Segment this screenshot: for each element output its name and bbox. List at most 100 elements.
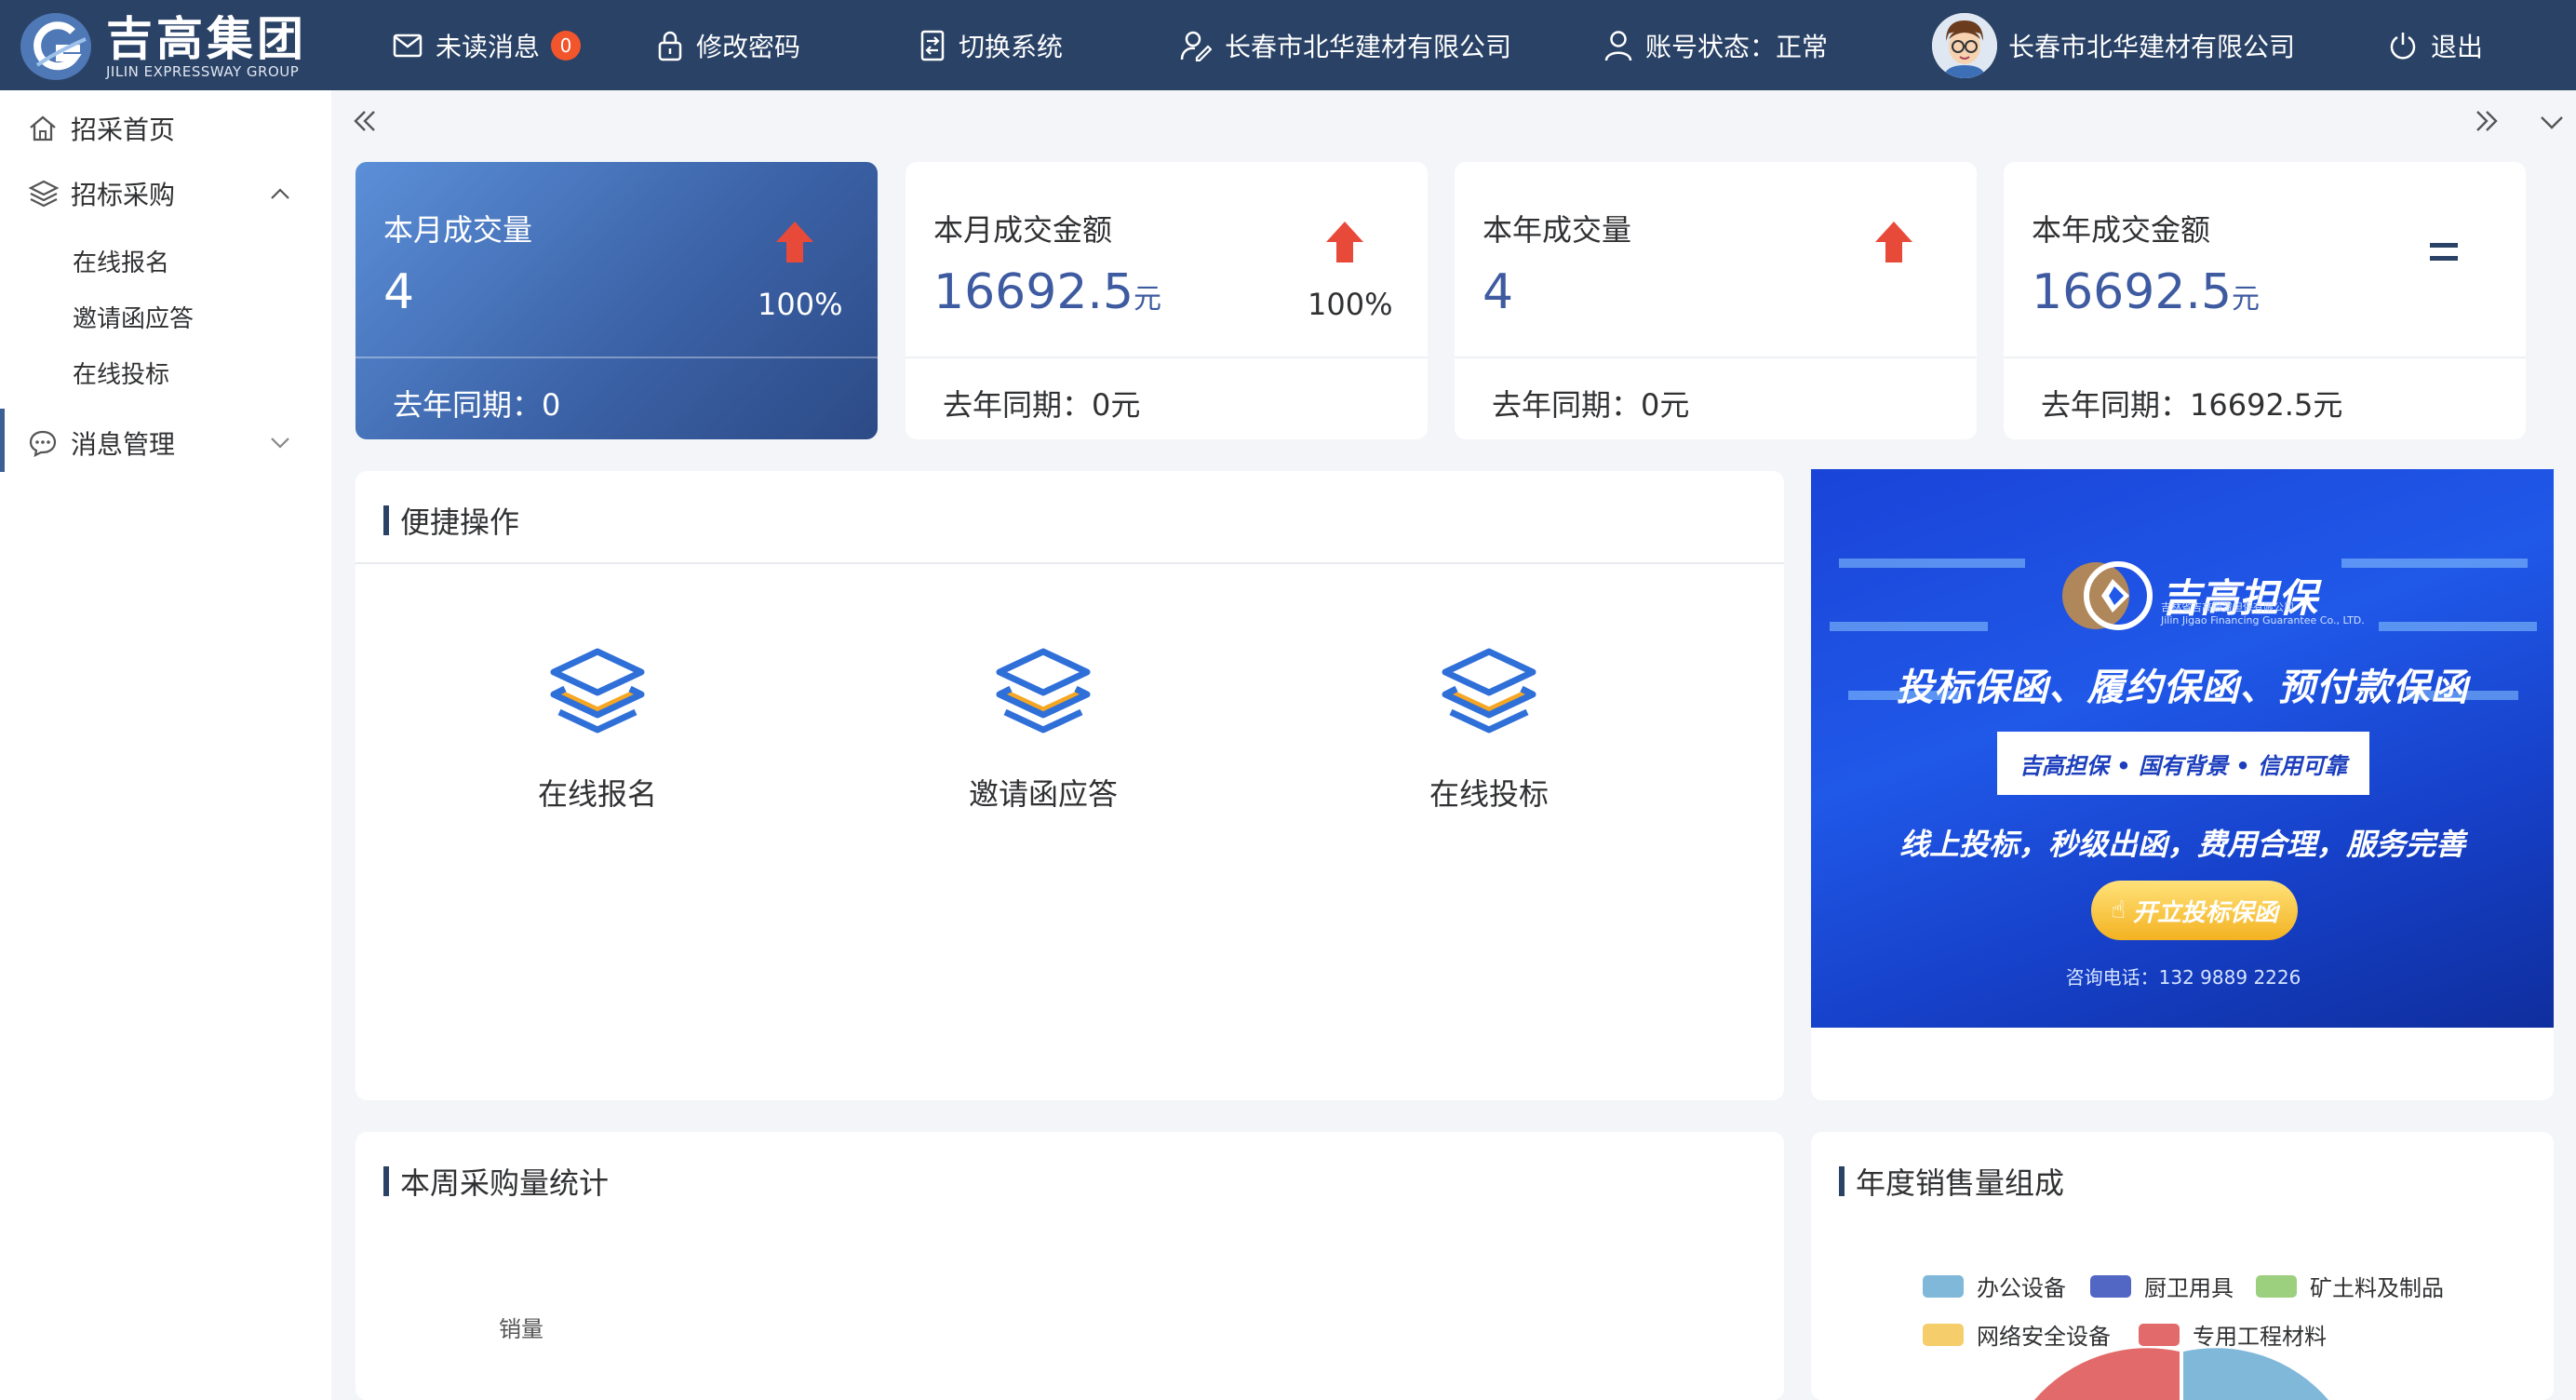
- arrow-up-icon: [1326, 222, 1363, 262]
- chat-icon: [29, 430, 57, 457]
- stat-card-month-count: 本月成交量 4 100% 去年同期：0: [356, 162, 878, 439]
- sidebar-item-bidding[interactable]: 招标采购: [0, 172, 331, 215]
- avatar: [1932, 12, 1997, 78]
- stat-value: 16692.5元: [2032, 264, 2261, 320]
- quick-actions-panel: 便捷操作 在线报名 邀请函应答 在线投标: [356, 471, 1784, 1100]
- legend-swatch: [1923, 1323, 1964, 1346]
- company-logo[interactable]: 吉高集团 JILIN EXPRESSWAY GROUP: [19, 11, 307, 82]
- company-name: 长春市北华建材有限公司: [1225, 31, 1512, 62]
- power-icon: [2390, 32, 2416, 60]
- stat-title: 本月成交金额: [933, 212, 1113, 248]
- logo-subtitle: JILIN EXPRESSWAY GROUP: [106, 63, 300, 80]
- stat-divider: [906, 357, 1428, 358]
- panel-title: 年度销售量组成: [1839, 1160, 2064, 1203]
- change-password-link[interactable]: 修改密码: [657, 0, 800, 90]
- logout-button[interactable]: 退出: [2388, 0, 2483, 90]
- stat-percent: 100%: [1308, 287, 1393, 322]
- stat-last-year: 去年同期：16692.5元: [2041, 387, 2343, 423]
- sidebar-item-messages[interactable]: 消息管理: [0, 422, 331, 464]
- account-status: 账号状态：正常: [1604, 0, 1828, 90]
- change-password-label: 修改密码: [696, 31, 801, 62]
- guarantee-banner-ad[interactable]: 吉高担保 吉林省吉高融资担保有限公司 Jilin Jigao Financing …: [1811, 469, 2554, 1028]
- open-guarantee-button[interactable]: ☝ 开立投标保函: [2091, 881, 2298, 940]
- quick-action-online-bid[interactable]: 在线投标: [1377, 644, 1601, 814]
- lock-icon: [658, 31, 682, 61]
- stat-divider: [356, 357, 878, 358]
- user-profile[interactable]: 长春市北华建材有限公司: [1932, 0, 2295, 90]
- pointer-icon: ☝: [2111, 896, 2126, 924]
- stat-value: 4: [383, 264, 415, 320]
- switch-system-link[interactable]: 切换系统: [919, 0, 1063, 90]
- legend-item[interactable]: 厨卫用具: [2090, 1270, 2234, 1302]
- chevron-down-icon: [271, 438, 289, 449]
- sidebar-item-messages-label: 消息管理: [71, 429, 176, 460]
- pie-chart: [2034, 1348, 2328, 1400]
- banner-brand-sub: 吉林省吉高融资担保有限公司 Jilin Jigao Financing Guara…: [2161, 601, 2365, 626]
- legend-swatch: [1923, 1274, 1964, 1298]
- switch-system-label: 切换系统: [959, 31, 1064, 62]
- stat-title: 本年成交量: [1483, 212, 1632, 248]
- panel-title: 本周采购量统计: [383, 1160, 609, 1203]
- stat-value: 16692.5元: [933, 264, 1162, 320]
- banner-subline: 线上投标，秒级出函，费用合理，服务完善: [1898, 827, 2465, 862]
- legend-swatch: [2256, 1274, 2297, 1298]
- layers-icon: [996, 648, 1091, 734]
- sidebar-item-home[interactable]: 招采首页: [0, 107, 331, 150]
- unread-count-badge: 0: [551, 30, 582, 61]
- user-edit-icon: [1180, 31, 1212, 61]
- pie-slice: [2183, 1348, 2328, 1400]
- mail-icon: [393, 34, 423, 57]
- banner-stripe: [1830, 622, 1988, 631]
- top-navbar: 吉高集团 JILIN EXPRESSWAY GROUP 未读消息 0 修改密码 …: [0, 0, 2576, 90]
- arrow-up-icon: [776, 222, 813, 262]
- sidebar-sub-online-signup[interactable]: 在线报名: [73, 244, 169, 278]
- user-name: 长春市北华建材有限公司: [2008, 31, 2296, 62]
- logo-title: 吉高集团: [106, 12, 307, 66]
- collapse-left-icon[interactable]: [352, 109, 378, 133]
- switch-icon: [920, 30, 945, 61]
- stat-title: 本年成交金额: [2032, 212, 2211, 248]
- layers-icon: [550, 648, 645, 734]
- stat-last-year: 去年同期：0元: [943, 387, 1141, 423]
- quick-action-invitation-reply[interactable]: 邀请函应答: [932, 644, 1155, 814]
- stat-percent: 100%: [758, 287, 843, 322]
- unread-messages-link[interactable]: 未读消息 0: [393, 0, 582, 90]
- stat-value: 4: [1483, 264, 1514, 320]
- stat-divider: [2004, 357, 2526, 358]
- legend-item[interactable]: 办公设备: [1923, 1270, 2066, 1302]
- stat-last-year: 去年同期：0: [393, 387, 561, 423]
- stat-title: 本月成交量: [383, 212, 533, 248]
- sidebar-item-home-label: 招采首页: [71, 114, 176, 145]
- quick-action-label: 在线报名: [537, 776, 657, 812]
- banner-phone: 咨询电话：132 9889 2226: [2065, 966, 2301, 989]
- panel-divider: [356, 562, 1784, 564]
- quick-action-online-signup[interactable]: 在线报名: [486, 644, 709, 814]
- panel-title: 便捷操作: [383, 499, 519, 542]
- layers-icon: [1442, 648, 1536, 734]
- weekly-purchase-panel: 本周采购量统计 销量: [356, 1132, 1784, 1400]
- home-icon: [30, 115, 56, 141]
- stat-card-year-count: 本年成交量 4 去年同期：0元: [1455, 162, 1977, 439]
- legend-item[interactable]: 矿土料及制品: [2256, 1270, 2444, 1302]
- quick-action-label: 在线投标: [1429, 776, 1549, 812]
- chevron-down-icon[interactable]: [2539, 114, 2565, 131]
- user-icon: [1604, 30, 1632, 61]
- layers-icon: [28, 180, 60, 208]
- stat-card-year-amount: 本年成交金额 16692.5元 去年同期：16692.5元: [2004, 162, 2526, 439]
- equal-icon: [2430, 243, 2458, 261]
- banner-stripe: [2341, 559, 2528, 568]
- annual-sales-panel: 年度销售量组成 办公设备 厨卫用具 矿土料及制品 网络安全设备 专用工程材料: [1811, 1132, 2554, 1400]
- company-link[interactable]: 长春市北华建材有限公司: [1180, 0, 1511, 90]
- sidebar-sub-online-bid[interactable]: 在线投标: [73, 356, 169, 390]
- arrow-up-icon: [1875, 222, 1912, 262]
- stat-last-year: 去年同期：0元: [1492, 387, 1690, 423]
- logo-icon: [20, 13, 91, 80]
- scroll-right-icon[interactable]: [2474, 109, 2500, 133]
- chart-ylabel: 销量: [499, 1316, 543, 1342]
- quick-action-label: 邀请函应答: [968, 776, 1118, 812]
- sidebar-sub-invitation-reply[interactable]: 邀请函应答: [73, 300, 194, 334]
- banner-stripe: [1839, 559, 2025, 568]
- pie-slice: [2034, 1348, 2180, 1400]
- legend-swatch: [2090, 1274, 2131, 1298]
- open-guarantee-label: 开立投标保函: [2132, 898, 2278, 927]
